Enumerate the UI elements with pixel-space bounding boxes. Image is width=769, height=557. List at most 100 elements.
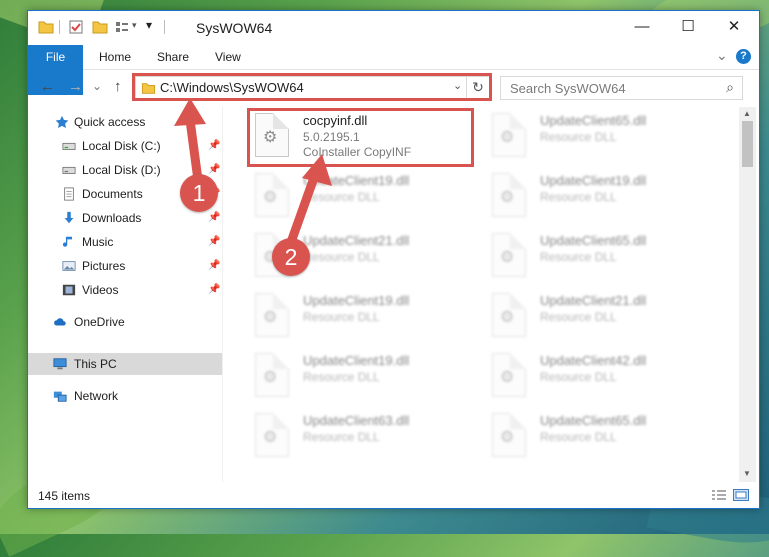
sidebar-item-label: Quick access: [74, 115, 146, 129]
maximize-button[interactable]: ☐: [665, 11, 711, 43]
sidebar-item-this-pc[interactable]: This PC: [28, 353, 222, 375]
callout-step-1: 1: [180, 174, 218, 212]
minimize-button[interactable]: —: [619, 11, 665, 43]
pin-icon[interactable]: 📌: [208, 255, 220, 277]
divider: [164, 20, 165, 34]
sidebar-item-label: Downloads: [82, 211, 142, 225]
file-item[interactable]: ⚙ UpdateClient65.dll Resource DLL: [480, 409, 710, 459]
file-item[interactable]: ⚙ UpdateClient63.dll Resource DLL: [243, 409, 473, 459]
file-description: Resource DLL: [303, 190, 380, 204]
scroll-down-icon[interactable]: ▼: [743, 469, 751, 478]
window-title: SysWOW64: [196, 20, 273, 36]
file-name: UpdateClient65.dll: [540, 233, 647, 248]
drive-icon: [62, 166, 76, 174]
file-description: Resource DLL: [303, 370, 380, 384]
file-description: Resource DLL: [540, 370, 617, 384]
quick-access-toolbar-dropdown-icon[interactable]: ▾: [146, 18, 152, 32]
file-item[interactable]: ⚙ UpdateClient19.dll Resource DLL: [480, 169, 710, 219]
recent-locations-button[interactable]: ⌄: [92, 79, 102, 93]
sidebar-item-label: Network: [74, 389, 119, 403]
sidebar-item-label: Pictures: [82, 259, 126, 273]
chevron-down-icon[interactable]: ▾: [132, 20, 137, 31]
documents-icon: [64, 187, 74, 201]
details-view-icon[interactable]: [711, 489, 727, 501]
close-button[interactable]: ✕: [711, 11, 757, 43]
pin-icon[interactable]: 📌: [208, 279, 220, 301]
sidebar-item-label: Local Disk (D:): [82, 163, 161, 177]
pin-icon[interactable]: 📌: [208, 207, 220, 229]
file-item[interactable]: ⚙ UpdateClient65.dll Resource DLL: [480, 109, 710, 159]
status-bar: 145 items: [28, 483, 759, 508]
sidebar-item-onedrive[interactable]: OneDrive: [28, 311, 222, 333]
ribbon-expand-icon[interactable]: ⌄: [716, 47, 728, 64]
videos-icon: [62, 284, 76, 296]
file-description: Resource DLL: [540, 190, 617, 204]
help-button[interactable]: ?: [736, 49, 751, 64]
file-item[interactable]: ⚙ UpdateClient19.dll Resource DLL: [243, 349, 473, 399]
large-icons-view-icon[interactable]: [733, 489, 749, 501]
file-item[interactable]: ⚙ UpdateClient19.dll Resource DLL: [243, 289, 473, 339]
divider: [59, 20, 60, 34]
file-name: UpdateClient21.dll: [540, 293, 647, 308]
file-name: UpdateClient19.dll: [303, 293, 410, 308]
file-item[interactable]: ⚙ UpdateClient19.dll Resource DLL: [243, 169, 473, 219]
pin-icon[interactable]: 📌: [208, 231, 220, 253]
scroll-thumb[interactable]: [742, 121, 753, 167]
sidebar-item-videos[interactable]: Videos 📌: [28, 279, 222, 301]
folder-icon: [38, 21, 54, 34]
forward-button[interactable]: →: [68, 78, 83, 95]
music-icon: [62, 236, 73, 247]
file-name: UpdateClient19.dll: [303, 353, 410, 368]
up-button[interactable]: ↑: [114, 78, 122, 95]
sidebar-item-label: Local Disk (C:): [82, 139, 161, 153]
sidebar-item-quick-access[interactable]: Quick access: [28, 111, 222, 133]
star-icon: [55, 115, 69, 128]
sidebar-item-pictures[interactable]: Pictures 📌: [28, 255, 222, 277]
properties-icon[interactable]: [68, 19, 84, 35]
file-item[interactable]: ⚙ UpdateClient21.dll Resource DLL: [480, 289, 710, 339]
tab-view[interactable]: View: [215, 45, 241, 69]
gear-icon: ⚙: [500, 129, 515, 146]
sidebar-item-network[interactable]: Network: [28, 385, 222, 407]
file-description: Resource DLL: [540, 310, 617, 324]
vertical-scrollbar[interactable]: ▲ ▼: [739, 107, 756, 482]
tab-home[interactable]: Home: [99, 45, 131, 69]
file-name: UpdateClient65.dll: [540, 413, 647, 428]
search-placeholder: Search SysWOW64: [510, 81, 626, 96]
gear-icon: ⚙: [500, 249, 515, 266]
sidebar-item-label: Music: [82, 235, 114, 249]
gear-icon: ⚙: [500, 429, 515, 446]
drive-icon: [62, 142, 76, 150]
file-name: UpdateClient42.dll: [540, 353, 647, 368]
file-name: UpdateClient21.dll: [303, 233, 410, 248]
customize-icon[interactable]: [114, 19, 130, 35]
sidebar-item-label: This PC: [74, 357, 117, 371]
title-bar: ▾ ▾ SysWOW64 — ☐ ✕: [28, 11, 759, 45]
gear-icon: ⚙: [263, 369, 278, 386]
callout-step-2: 2: [272, 238, 310, 276]
network-icon: [53, 391, 67, 402]
file-item[interactable]: ⚙ UpdateClient42.dll Resource DLL: [480, 349, 710, 399]
scroll-up-icon[interactable]: ▲: [743, 109, 751, 118]
file-name: UpdateClient19.dll: [540, 173, 647, 188]
file-name: UpdateClient63.dll: [303, 413, 410, 428]
tab-share[interactable]: Share: [157, 45, 189, 69]
file-description: Resource DLL: [303, 250, 380, 264]
gear-icon: ⚙: [263, 429, 278, 446]
file-name: UpdateClient19.dll: [303, 173, 410, 188]
file-description: Resource DLL: [303, 430, 380, 444]
file-item[interactable]: ⚙ UpdateClient65.dll Resource DLL: [480, 229, 710, 279]
sidebar-item-music[interactable]: Music 📌: [28, 231, 222, 253]
sidebar-item-label: Documents: [82, 187, 143, 201]
ribbon-tabs: File Home Share View ⌄ ?: [28, 45, 759, 95]
item-count: 145 items: [38, 489, 91, 503]
gear-icon: ⚙: [500, 309, 515, 326]
back-button[interactable]: ←: [40, 78, 55, 95]
pictures-icon: [62, 261, 76, 271]
sidebar-item-local-disk-c[interactable]: Local Disk (C:) 📌: [28, 135, 222, 157]
new-folder-icon[interactable]: [92, 19, 108, 35]
pin-icon[interactable]: 📌: [208, 135, 220, 157]
gear-icon: ⚙: [263, 189, 278, 206]
gear-icon: ⚙: [263, 309, 278, 326]
search-input[interactable]: Search SysWOW64 ⌕: [500, 76, 743, 100]
